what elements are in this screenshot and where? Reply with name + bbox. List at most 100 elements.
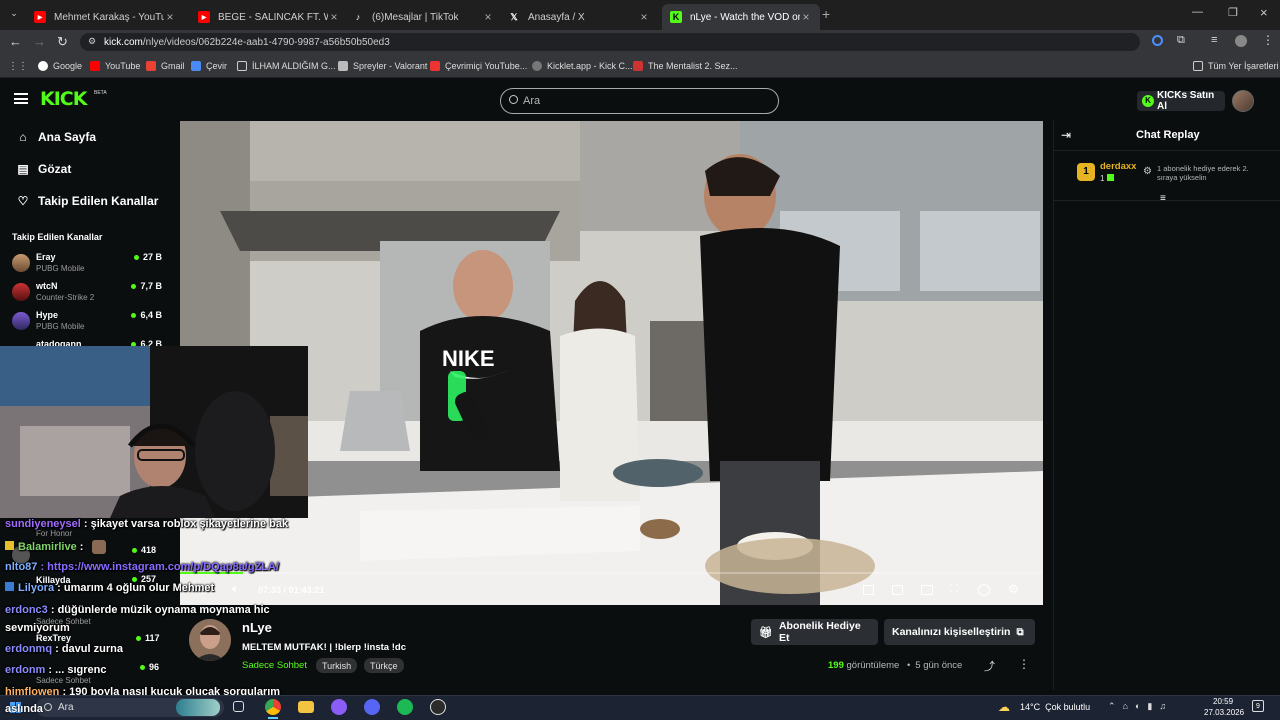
more-options-icon[interactable]: ⋮ [1018, 657, 1030, 671]
buy-kicks-button[interactable]: K KICKs Satın Al [1137, 90, 1225, 112]
nav-browse[interactable]: ▤ Gözat [16, 162, 71, 176]
extensions-puzzle-icon[interactable]: ⧉ [1177, 34, 1185, 47]
close-icon[interactable]: × [482, 10, 494, 24]
menu-icon[interactable]: ⋮ [1262, 33, 1274, 47]
reading-list-icon[interactable]: ≡ [1211, 34, 1217, 46]
bookmark-gmail[interactable]: Gmail [146, 61, 185, 71]
chrome-icon[interactable] [265, 699, 281, 715]
bookmark-folder[interactable]: İLHAM ALDIĞIM G... [237, 61, 336, 71]
miniplayer-icon[interactable] [863, 585, 874, 595]
minimize-icon[interactable]: — [1192, 6, 1203, 18]
kick-logo[interactable]: KICK [40, 88, 87, 110]
clock-date[interactable]: 27.03.2026 [1204, 708, 1244, 717]
channel-item-hype[interactable]: Hype PUBG Mobile 6,4 B [12, 310, 162, 338]
bookmark-translate[interactable]: Çevir [191, 61, 227, 71]
collapse-chat-icon[interactable]: ⇥ [1061, 128, 1071, 142]
bookmark-valorant[interactable]: Spreyler - Valorant [338, 61, 427, 71]
streamer-name[interactable]: nLye [242, 620, 272, 635]
spotify-icon[interactable] [397, 699, 413, 715]
close-icon[interactable]: × [638, 10, 650, 24]
viewer-count: 6,4 B [131, 310, 162, 320]
maximize-icon[interactable]: ❐ [1228, 6, 1238, 19]
tab-title: (6)Mesajlar | TikTok [372, 11, 459, 23]
bookmark-youtube[interactable]: YouTube [90, 61, 140, 71]
weather-icon[interactable]: ☁ [998, 700, 1010, 714]
kicks-coin-icon: K [1142, 95, 1154, 107]
site-info-icon[interactable]: ⚙ [88, 36, 96, 47]
close-icon[interactable]: × [800, 10, 812, 24]
new-tab-icon[interactable]: + [822, 6, 830, 22]
profile-icon[interactable] [1235, 35, 1247, 47]
followed-channels-title: Takip Edilen Kanallar [12, 232, 103, 242]
bookmark-youtube-converter[interactable]: Çevrimiçi YouTube... [430, 61, 527, 71]
tag-turkce[interactable]: Türkçe [364, 658, 404, 673]
leaderboard-user[interactable]: derdaxx [1100, 161, 1136, 172]
tab-tiktok[interactable]: ♪ (6)Mesajlar | TikTok × [344, 4, 502, 30]
all-bookmarks[interactable]: Tüm Yer İşaretleri [1193, 61, 1279, 71]
folder-icon [1193, 61, 1203, 71]
tab-youtube-2[interactable]: ▶ BEGE - SALINCAK FT. WEGH, O × [190, 4, 348, 30]
youtube-icon: ▶ [34, 11, 46, 23]
file-explorer-icon[interactable] [298, 701, 314, 713]
close-window-icon[interactable]: × [1260, 5, 1268, 20]
back-icon[interactable]: ← [9, 34, 22, 49]
gift-subscription-button[interactable]: 🎁︎ Abonelik Hediye Et [751, 619, 878, 645]
bookmark-google[interactable]: Google [38, 61, 82, 71]
fullscreen-icon[interactable]: ⛶ [950, 583, 958, 596]
close-icon[interactable]: × [328, 10, 340, 24]
category-link[interactable]: Sadece Sohbet [242, 660, 307, 671]
tag-turkish[interactable]: Turkish [316, 658, 358, 673]
weather-text[interactable]: 14°C Çok bulutlu [1020, 702, 1090, 712]
reload-icon[interactable]: ↻ [57, 34, 68, 50]
badge-icon [5, 540, 14, 550]
avatar-image [189, 619, 231, 661]
search-input[interactable]: Ara [500, 88, 779, 114]
tab-kick[interactable]: K nLye - Watch the VOD on Kick × [662, 4, 820, 30]
theater-mode-icon[interactable] [921, 585, 933, 595]
leaderboard-count: 1 [1100, 174, 1114, 183]
tab-title: nLye - Watch the VOD on Kick [690, 11, 800, 23]
settings-gear-icon[interactable]: ⚙ [1008, 582, 1019, 596]
bookmark-mentalist[interactable]: The Mentalist 2. Sez... [633, 61, 738, 71]
user-avatar[interactable] [1232, 90, 1254, 112]
kick-icon: K [670, 11, 682, 23]
tab-youtube-1[interactable]: ▶ Mehmet Karakaş - YouTube × [26, 4, 184, 30]
channel-item-eray[interactable]: Eray PUBG Mobile 27 B [12, 252, 162, 280]
nav-following[interactable]: ♡ Takip Edilen Kanallar [16, 194, 159, 208]
overlay-chat-line: sundiyeneysel : şikayet varsa roblox şik… [5, 518, 289, 530]
address-bar[interactable]: ⚙ kick.com/nlye/videos/062b224e-aab1-479… [80, 33, 1140, 51]
forward-icon[interactable]: → [33, 34, 46, 49]
bookmark-kicklet[interactable]: Kicklet.app - Kick C... [532, 61, 633, 71]
streamer-avatar[interactable] [189, 619, 231, 661]
overlay-chat-line: sevmiyorum [5, 622, 70, 634]
kicklet-icon [532, 61, 542, 71]
svg-text:NIKE: NIKE [442, 346, 495, 371]
progress-bar[interactable] [180, 572, 1043, 574]
taskbar-search[interactable]: Ara [36, 698, 224, 717]
expand-leaderboard-icon[interactable]: ≡ [1160, 193, 1166, 204]
clip-icon[interactable] [892, 585, 903, 595]
clock-time[interactable]: 20:59 [1213, 697, 1233, 706]
task-view-icon[interactable] [233, 701, 244, 712]
close-icon[interactable]: × [164, 10, 176, 24]
search-icon [44, 703, 52, 711]
volume-icon[interactable]: 🔈︎ [232, 583, 239, 596]
share-icon[interactable]: ⤴ [984, 658, 995, 674]
customize-channel-button[interactable]: Kanalınızı kişiselleştirin ⧉ [884, 619, 1035, 645]
tray-icons[interactable]: ⌃⌂◐▮♫ [1108, 701, 1173, 712]
discord-icon[interactable] [364, 699, 380, 715]
channel-item-wtcn[interactable]: wtcN Counter-Strike 2 7,7 B [12, 281, 162, 309]
tab-x[interactable]: 𝕏 Anasayfa / X × [500, 4, 658, 30]
tab-search-icon[interactable]: ⌄ [8, 8, 20, 20]
nav-home[interactable]: ⌂ Ana Sayfa [16, 130, 96, 144]
extension-icon[interactable] [1152, 35, 1163, 46]
hamburger-menu-icon[interactable] [14, 93, 28, 104]
translate-icon [191, 61, 201, 71]
obs-icon[interactable] [430, 699, 446, 715]
speed-icon[interactable] [978, 584, 990, 596]
notifications-icon[interactable]: 9 [1252, 700, 1264, 712]
video-player[interactable]: NIKE [180, 121, 1043, 605]
search-highlight-image [176, 699, 220, 716]
apps-icon[interactable]: ⋮⋮ [8, 61, 28, 72]
app-icon[interactable] [331, 699, 347, 715]
